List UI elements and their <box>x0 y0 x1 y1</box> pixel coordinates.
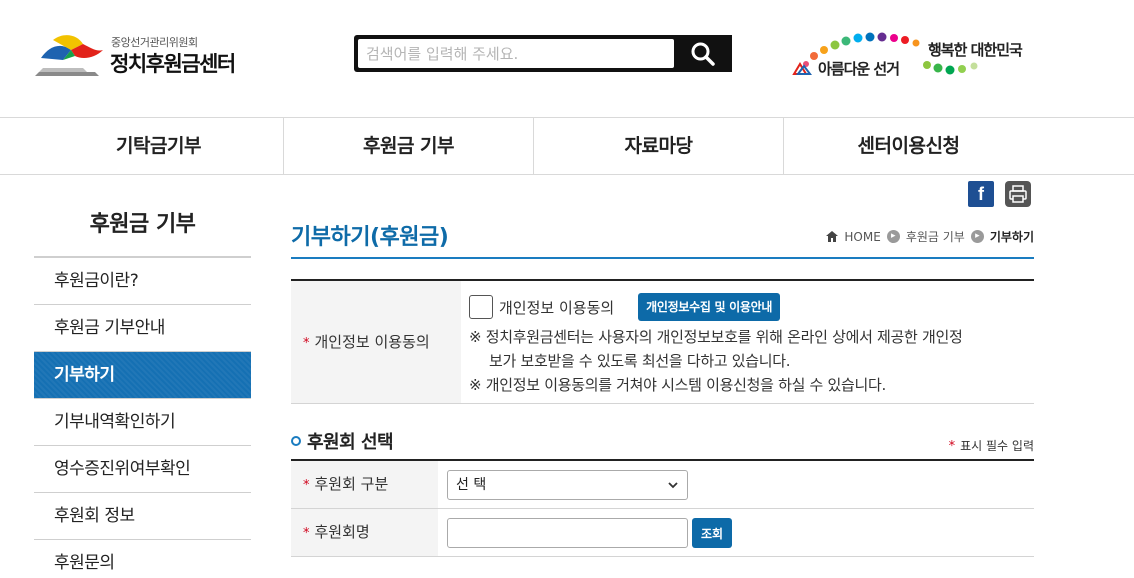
header: 중앙선거관리위원회 정치후원금센터 검색어를 입력해 주세요. 행복한 대한민국… <box>0 0 1134 117</box>
page-title: 기부하기(후원금) <box>291 225 449 250</box>
required-note-text: 표시 필수 입력 <box>960 439 1034 453</box>
breadcrumb: HOME ▸ 후원금 기부 ▸ 기부하기 <box>826 228 1034 245</box>
bullet-circle-icon <box>291 436 301 446</box>
breadcrumb-current: 기부하기 <box>989 230 1034 244</box>
print-button[interactable] <box>1005 181 1031 207</box>
name-label-text: 후원회명 <box>314 523 370 541</box>
required-note: * 표시 필수 입력 <box>949 437 1034 454</box>
consent-section: * 개인정보 이용동의 개인정보 이용동의 개인정보수집 및 이용안내 ※ 정치후… <box>291 279 1034 404</box>
nav-item-sponsorship[interactable]: 후원금 기부 <box>283 118 533 174</box>
required-mark: * <box>303 336 310 351</box>
search-bar <box>354 35 732 72</box>
print-icon <box>1009 185 1027 203</box>
search-input[interactable] <box>358 39 674 68</box>
logo-title: 정치후원금센터 <box>110 52 236 76</box>
notice-privacy-1b: 보가 보호받을 수 있도록 최선을 다하고 있습니다. <box>489 352 791 370</box>
name-label: * 후원회명 <box>291 509 438 556</box>
consent-checkbox-label[interactable]: 개인정보 이용동의 <box>499 297 614 318</box>
type-label-text: 후원회 구분 <box>314 475 389 493</box>
notice-privacy-1a: ※ 정치후원금센터는 사용자의 개인정보보호를 위해 온라인 상에서 제공한 개… <box>469 328 963 346</box>
sidebar-item-committee-info[interactable]: 후원회 정보 <box>34 493 251 540</box>
nav-item-donation-deposit[interactable]: 기탁금기부 <box>34 118 283 174</box>
consent-label: * 개인정보 이용동의 <box>291 281 461 403</box>
chevron-right-icon: ▸ <box>886 230 900 243</box>
sidebar-item-donation-guide[interactable]: 후원금 기부안내 <box>34 305 251 352</box>
main-nav: 기탁금기부 후원금 기부 자료마당 센터이용신청 <box>0 117 1134 175</box>
breadcrumb-level1[interactable]: 후원금 기부 <box>906 228 965 245</box>
home-icon <box>826 231 839 242</box>
form-row-name: * 후원회명 조회 <box>291 509 1034 557</box>
chevron-right-icon: ▸ <box>970 230 984 243</box>
nav-item-center-application[interactable]: 센터이용신청 <box>783 118 1033 174</box>
section-title: 후원회 선택 <box>291 428 394 454</box>
committee-form: * 후원회 구분 선 택 * 후원회명 조회 <box>291 459 1034 557</box>
sidebar-menu: 후원금이란? 후원금 기부안내 기부하기 기부내역확인하기 영수증진위여부확인 … <box>34 256 251 578</box>
facebook-icon[interactable]: f <box>968 181 994 207</box>
nav-item-resources[interactable]: 자료마당 <box>533 118 783 174</box>
sidebar-item-donation-history[interactable]: 기부내역확인하기 <box>34 399 251 446</box>
sidebar-item-donate[interactable]: 기부하기 <box>34 352 251 399</box>
sidebar-item-inquiry[interactable]: 후원문의 <box>34 540 251 578</box>
sidebar-item-what-is-sponsorship[interactable]: 후원금이란? <box>34 258 251 305</box>
breadcrumb-home[interactable]: HOME <box>844 230 880 244</box>
committee-type-value: 선 택 <box>456 477 487 493</box>
consent-body: 개인정보 이용동의 개인정보수집 및 이용안내 ※ 정치후원금센터는 사용자의 … <box>469 293 1029 397</box>
sidebar-title: 후원금 기부 <box>89 212 196 237</box>
title-divider <box>291 257 1034 259</box>
section-title-text: 후원회 선택 <box>307 432 394 453</box>
notice-privacy-2: ※ 개인정보 이용동의를 거쳐야 시스템 이용신청을 하실 수 있습니다. <box>469 376 886 394</box>
lookup-button[interactable]: 조회 <box>692 518 732 548</box>
type-label: * 후원회 구분 <box>291 461 438 508</box>
chevron-down-icon <box>668 482 678 489</box>
slogan-text-left: 아름다운 선거 <box>818 60 900 78</box>
slogan-text-right: 행복한 대한민국 <box>928 41 1023 59</box>
privacy-info-button[interactable]: 개인정보수집 및 이용안내 <box>638 293 781 321</box>
committee-name-input[interactable] <box>447 518 688 548</box>
required-mark: * <box>303 526 310 541</box>
search-button[interactable] <box>674 35 732 72</box>
logo-mark-icon <box>35 35 103 76</box>
form-row-type: * 후원회 구분 선 택 <box>291 461 1034 509</box>
committee-type-select[interactable]: 선 택 <box>447 470 688 500</box>
required-mark: * <box>303 478 310 493</box>
consent-label-text: 개인정보 이용동의 <box>314 333 430 351</box>
consent-checkbox-row: 개인정보 이용동의 개인정보수집 및 이용안내 <box>469 293 1029 321</box>
consent-checkbox[interactable] <box>469 295 493 319</box>
logo[interactable]: 중앙선거관리위원회 정치후원금센터 <box>33 28 253 80</box>
sidebar-item-receipt-verify[interactable]: 영수증진위여부확인 <box>34 446 251 493</box>
required-mark: * <box>948 439 956 454</box>
slogan-banner: 행복한 대한민국 아름다운 선거 <box>788 30 1038 86</box>
search-icon <box>691 42 715 66</box>
